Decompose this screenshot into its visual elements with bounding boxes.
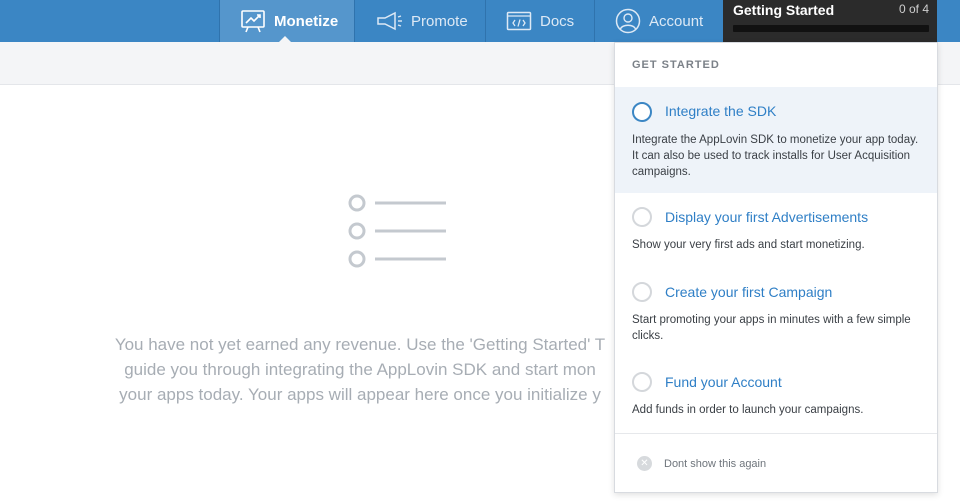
close-circle-icon: ✕ xyxy=(637,456,652,471)
step-status-circle-icon xyxy=(632,282,652,302)
empty-state-line-2: guide you through integrating the AppLov… xyxy=(124,360,596,379)
empty-state-message: You have not yet earned any revenue. Use… xyxy=(100,332,620,407)
user-circle-icon xyxy=(615,8,641,34)
step-status-circle-icon xyxy=(632,102,652,122)
getting-started-title: Getting Started xyxy=(733,2,835,18)
getting-started-progress-bar xyxy=(733,25,929,32)
step-status-circle-icon xyxy=(632,207,652,227)
step-title[interactable]: Fund your Account xyxy=(665,374,782,390)
getting-started-panel: GET STARTED Integrate the SDK Integrate … xyxy=(614,42,938,493)
nav-account-label: Account xyxy=(649,12,704,30)
megaphone-icon xyxy=(375,11,403,31)
getting-started-toggle[interactable]: Getting Started 0 of 4 xyxy=(723,0,937,42)
chart-board-icon xyxy=(240,9,266,33)
nav-docs[interactable]: Docs xyxy=(485,0,594,42)
empty-state-line-1: You have not yet earned any revenue. Use… xyxy=(114,335,606,354)
step-title[interactable]: Create your first Campaign xyxy=(665,284,832,300)
empty-state-line-3: your apps today. Your apps will appear h… xyxy=(119,385,601,404)
empty-list-icon xyxy=(346,193,456,273)
code-window-icon xyxy=(506,11,532,31)
step-create-campaign[interactable]: Create your first Campaign Start promoti… xyxy=(615,269,937,359)
step-status-circle-icon xyxy=(632,372,652,392)
dont-show-again-label: Dont show this again xyxy=(664,457,767,470)
getting-started-count: 0 of 4 xyxy=(898,2,929,16)
step-fund-account[interactable]: Fund your Account Add funds in order to … xyxy=(615,359,937,433)
step-description: Show your very first ads and start monet… xyxy=(632,239,865,251)
step-description: Add funds in order to launch your campai… xyxy=(632,404,864,416)
nav-promote-label: Promote xyxy=(411,12,468,30)
step-description: Integrate the AppLovin SDK to monetize y… xyxy=(632,134,919,178)
dont-show-again-button[interactable]: ✕ Dont show this again xyxy=(637,456,766,471)
panel-footer: ✕ Dont show this again xyxy=(615,433,937,492)
nav-monetize-label: Monetize xyxy=(274,12,339,30)
nav-promote[interactable]: Promote xyxy=(354,0,485,42)
step-display-ads[interactable]: Display your first Advertisements Show y… xyxy=(615,193,937,269)
step-integrate-sdk[interactable]: Integrate the SDK Integrate the AppLovin… xyxy=(615,87,937,193)
nav-account[interactable]: Account xyxy=(594,0,723,42)
top-navigation: Monetize Promote Docs Account Getting St… xyxy=(0,0,960,43)
panel-heading: GET STARTED xyxy=(632,59,720,71)
step-title[interactable]: Display your first Advertisements xyxy=(665,209,868,225)
step-title[interactable]: Integrate the SDK xyxy=(665,103,776,119)
step-description: Start promoting your apps in minutes wit… xyxy=(632,314,911,342)
nav-docs-label: Docs xyxy=(540,12,575,30)
